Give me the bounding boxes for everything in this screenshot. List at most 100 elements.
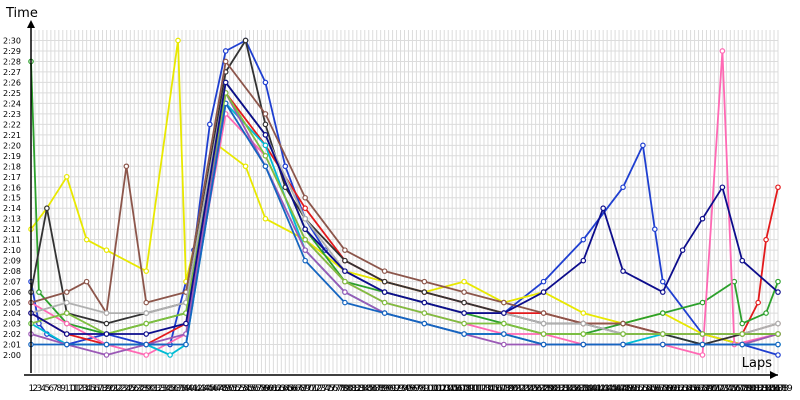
y-tick-label: 2:24 <box>3 99 21 108</box>
data-point <box>719 184 726 191</box>
x-tick-labels: 1234567891011121314151617181920212223242… <box>29 384 793 394</box>
data-point <box>620 268 626 274</box>
data-point <box>699 341 706 348</box>
y-tick-label: 2:06 <box>3 288 21 297</box>
y-tick-label: 2:22 <box>3 120 21 129</box>
y-tick-label: 2:04 <box>3 309 21 318</box>
data-point <box>381 268 388 274</box>
data-point <box>421 289 428 295</box>
y-tick-label: 2:12 <box>3 225 21 234</box>
y-tick-label: 2:18 <box>3 162 21 171</box>
data-point <box>262 142 269 149</box>
data-point <box>679 247 686 253</box>
data-point <box>659 331 666 337</box>
data-point <box>44 205 50 212</box>
y-tick-label: 2:08 <box>3 267 21 276</box>
data-point <box>123 163 130 170</box>
y-tick-label: 2:26 <box>3 78 21 87</box>
data-point <box>775 289 781 295</box>
data-point <box>421 310 428 316</box>
data-point <box>775 341 781 348</box>
data-point <box>763 236 769 243</box>
data-point <box>302 236 308 243</box>
data-point <box>620 331 626 337</box>
grid <box>30 30 779 373</box>
data-point <box>739 257 746 264</box>
x-tick-label: 189 <box>776 384 793 394</box>
data-point <box>620 184 626 191</box>
data-point <box>103 310 110 316</box>
data-point <box>103 352 110 358</box>
data-point <box>540 310 547 316</box>
y-tick-label: 2:02 <box>3 330 21 339</box>
data-point <box>659 341 666 348</box>
data-point <box>461 331 467 337</box>
data-point <box>342 247 348 253</box>
data-point <box>262 121 269 128</box>
data-point <box>739 341 746 348</box>
y-axis-title: Time <box>6 6 38 21</box>
data-point <box>262 79 269 86</box>
data-point <box>461 310 467 316</box>
data-point <box>540 278 547 285</box>
y-tick-label: 2:16 <box>3 183 21 192</box>
data-point <box>103 247 110 253</box>
data-point <box>242 37 249 44</box>
data-point <box>242 163 249 170</box>
data-point <box>580 320 587 327</box>
data-point <box>63 173 70 180</box>
data-point <box>461 299 467 306</box>
data-point <box>63 299 70 306</box>
data-point <box>381 289 388 295</box>
data-point <box>600 205 606 212</box>
data-point <box>540 289 547 295</box>
data-point <box>143 310 150 316</box>
data-point <box>143 352 150 358</box>
data-point <box>421 320 428 327</box>
data-point <box>501 310 507 316</box>
y-tick-label: 2:14 <box>3 204 21 213</box>
data-point <box>775 184 781 191</box>
data-point <box>342 268 348 274</box>
y-tick-label: 2:27 <box>3 68 21 77</box>
data-point <box>175 37 181 44</box>
y-tick-label: 2:05 <box>3 299 21 308</box>
data-point <box>222 79 229 86</box>
data-point <box>143 268 150 274</box>
data-point <box>699 331 706 337</box>
data-point <box>540 341 547 348</box>
data-point <box>501 320 507 327</box>
data-point <box>342 289 348 295</box>
y-tick-label: 2:25 <box>3 89 21 98</box>
data-point <box>342 257 348 264</box>
data-point <box>207 121 213 128</box>
data-point <box>63 289 70 295</box>
data-point <box>167 352 173 358</box>
data-point <box>699 299 706 306</box>
data-point <box>302 215 308 222</box>
data-point <box>620 320 626 327</box>
data-point <box>775 278 781 285</box>
data-point <box>580 331 587 337</box>
data-point <box>83 278 90 285</box>
data-point <box>461 289 467 295</box>
y-tick-label: 2:19 <box>3 152 21 161</box>
data-point <box>342 299 348 306</box>
data-point <box>580 341 587 348</box>
data-point <box>755 299 761 306</box>
data-point <box>775 320 781 327</box>
data-point <box>302 247 308 253</box>
data-point <box>183 341 189 348</box>
data-point <box>302 257 308 264</box>
data-point <box>143 299 150 306</box>
data-point <box>540 331 547 337</box>
data-point <box>461 320 467 327</box>
data-point <box>63 331 70 337</box>
y-tick-label: 2:03 <box>3 320 21 329</box>
data-point <box>763 310 769 316</box>
data-point <box>302 194 308 201</box>
y-tick-label: 2:23 <box>3 110 21 119</box>
y-tick-label: 2:09 <box>3 257 21 266</box>
data-point <box>342 278 348 285</box>
y-tick-label: 2:29 <box>3 47 21 56</box>
